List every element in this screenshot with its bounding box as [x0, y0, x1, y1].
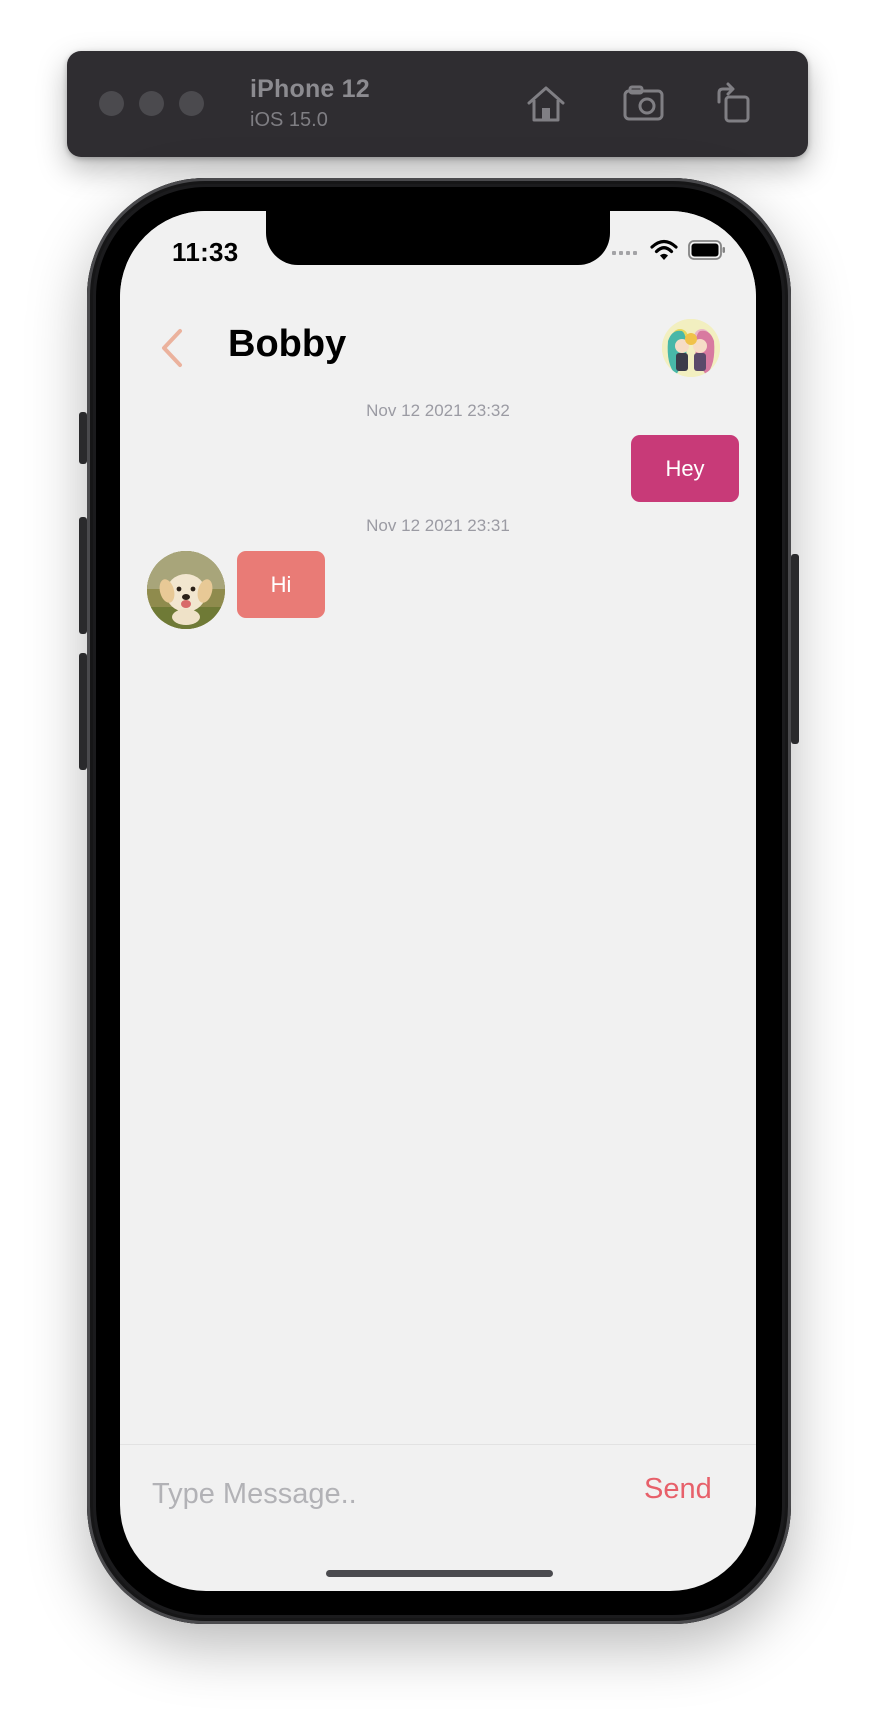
simulator-toolbar: iPhone 12 iOS 15.0	[67, 51, 808, 157]
volume-down-button	[79, 653, 87, 770]
profile-avatar[interactable]	[662, 319, 720, 377]
message-timestamp: Nov 12 2021 23:31	[366, 516, 510, 535]
notch	[266, 211, 610, 265]
home-indicator	[326, 1570, 553, 1577]
contact-name: Bobby	[228, 323, 347, 365]
window-zoom-button[interactable]	[179, 91, 204, 116]
screenshot-icon[interactable]	[622, 81, 668, 127]
window-minimize-button[interactable]	[139, 91, 164, 116]
sender-avatar[interactable]	[147, 551, 225, 629]
device-name: iPhone 12	[250, 75, 370, 103]
status-time: 11:33	[172, 237, 239, 267]
app-screen: 11:33 Bobby Nov 12 2021 23:32 Hey Nov 12…	[120, 211, 756, 1591]
volume-up-button	[79, 517, 87, 634]
power-button	[791, 554, 799, 744]
message-timestamp: Nov 12 2021 23:32	[366, 401, 510, 420]
os-version: iOS 15.0	[250, 109, 328, 131]
status-icons	[612, 239, 726, 261]
window-close-button[interactable]	[99, 91, 124, 116]
incoming-message-bubble[interactable]: Hi	[237, 551, 325, 618]
message-input[interactable]	[152, 1474, 572, 1514]
composer-divider	[120, 1444, 756, 1445]
stage: iPhone 12 iOS 15.0 11:33 Bobby Nov 12 20…	[0, 0, 876, 1710]
rotate-icon[interactable]	[712, 81, 758, 127]
back-button[interactable]	[158, 327, 188, 369]
wifi-icon	[650, 239, 678, 260]
outgoing-message-bubble[interactable]: Hey	[631, 435, 739, 502]
mute-switch	[79, 412, 87, 464]
home-icon[interactable]	[523, 81, 569, 127]
battery-icon	[688, 240, 725, 260]
send-button[interactable]: Send	[644, 1473, 712, 1506]
cellular-icon	[612, 251, 637, 255]
